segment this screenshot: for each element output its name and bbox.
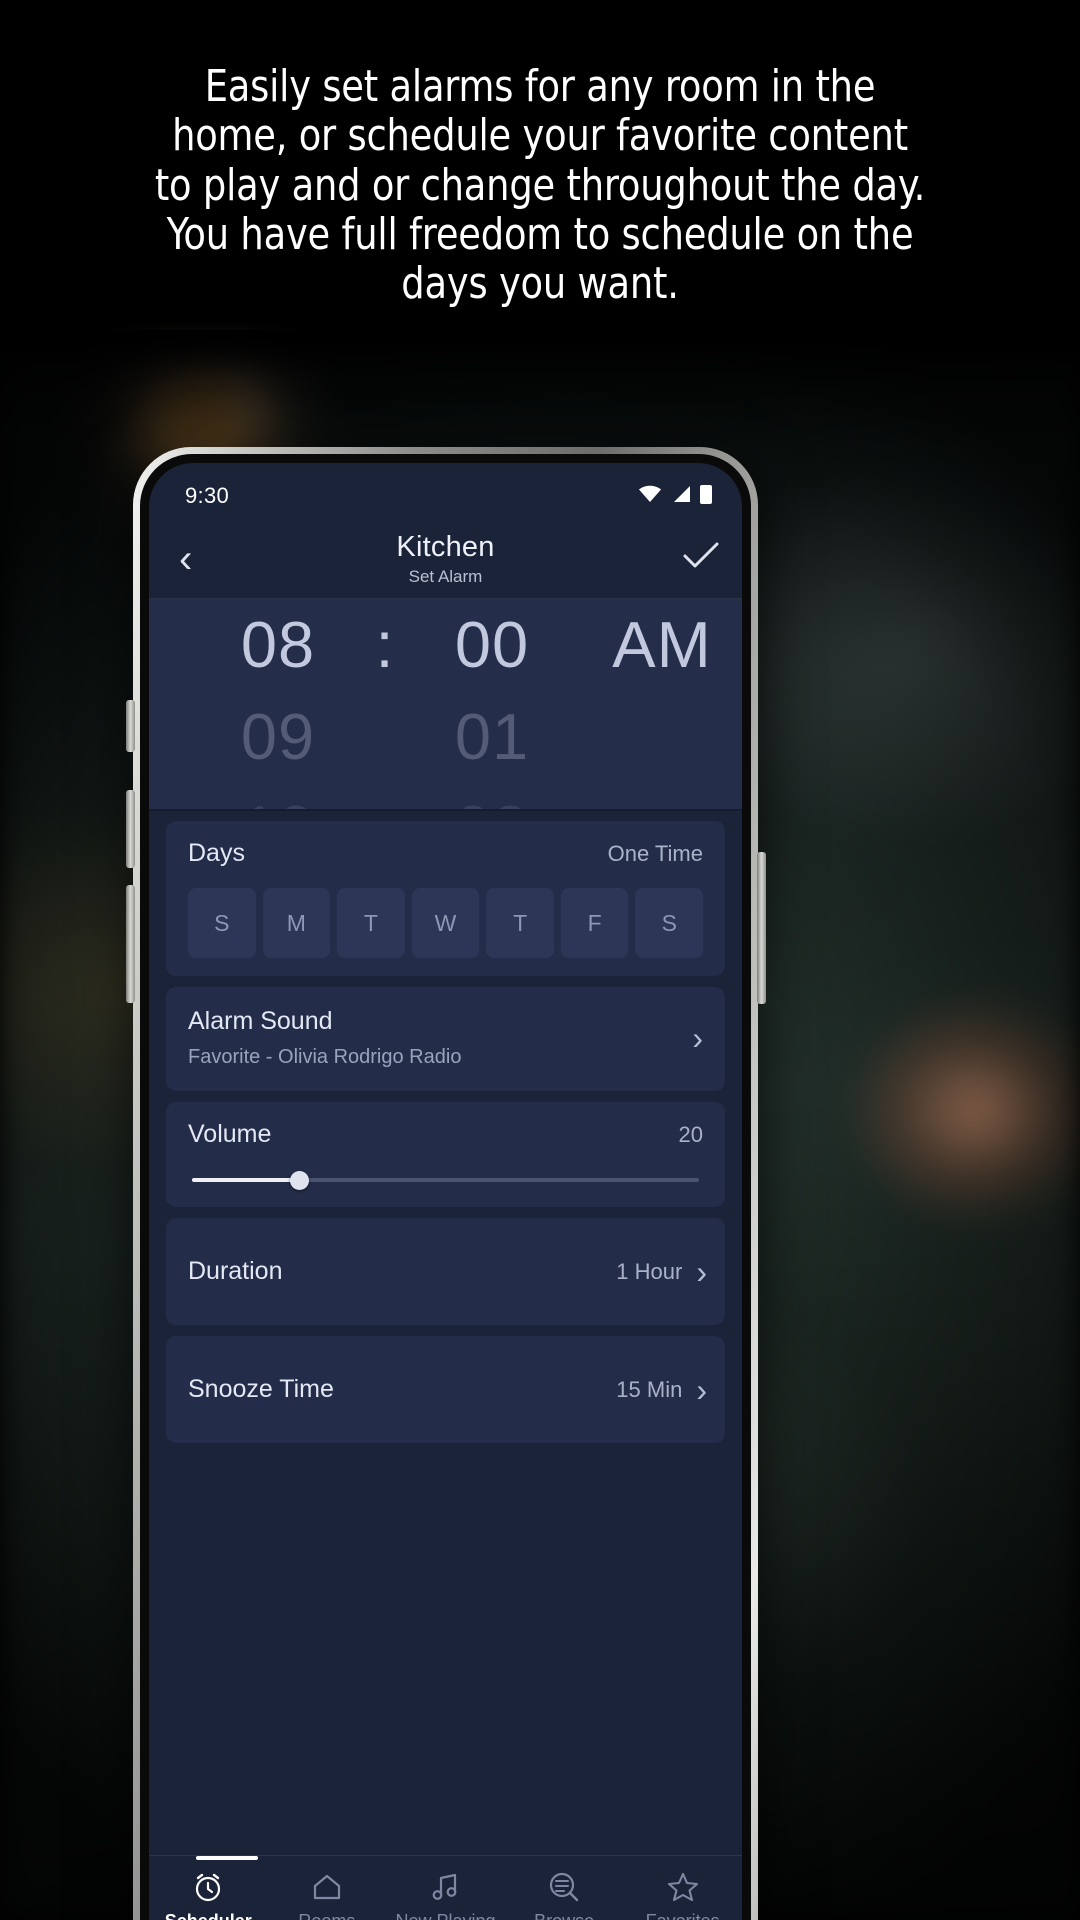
days-card-value[interactable]: One Time xyxy=(608,841,703,867)
day-pill-saturday[interactable]: S xyxy=(635,888,704,958)
volume-slider[interactable] xyxy=(188,1171,703,1190)
minute-selected: 00 xyxy=(454,608,530,681)
settings-list: Days One Time S M T W T F S Alarm Sound … xyxy=(149,811,742,1855)
snooze-card-value: 15 Min xyxy=(616,1376,683,1402)
meridiem-selected: AM xyxy=(612,608,712,681)
snooze-card-title: Snooze Time xyxy=(188,1375,334,1403)
day-toggle-row: S M T W T F S xyxy=(188,888,704,958)
duration-card-value: 1 Hour xyxy=(616,1258,683,1284)
alarm-clock-icon xyxy=(191,1870,225,1904)
minute-next: 01 xyxy=(454,700,530,773)
alarm-sound-value: Favorite - Olivia Rodrigo Radio xyxy=(188,1046,462,1068)
chevron-right-icon[interactable]: › xyxy=(696,1256,707,1288)
phone-volume-down-button[interactable] xyxy=(126,885,135,1003)
nav-label-scheduler: Scheduler xyxy=(165,1911,252,1920)
hour-next2: 10 xyxy=(193,783,363,809)
status-bar-icons xyxy=(638,484,712,509)
volume-card: Volume 20 xyxy=(166,1102,725,1207)
nav-label-now-playing: Now Playing xyxy=(395,1911,495,1920)
search-list-icon xyxy=(547,1870,581,1904)
duration-card[interactable]: Duration 1 Hour › xyxy=(166,1218,725,1325)
battery-icon xyxy=(700,484,712,509)
check-icon[interactable] xyxy=(682,541,720,576)
volume-card-value: 20 xyxy=(678,1122,703,1147)
alarm-sound-title: Alarm Sound xyxy=(188,1007,333,1035)
active-tab-indicator xyxy=(196,1856,258,1860)
snooze-card-right: 15 Min › xyxy=(616,1374,707,1406)
duration-card-title: Duration xyxy=(188,1257,283,1285)
app-header: ‹ Kitchen Set Alarm xyxy=(149,519,742,599)
music-note-icon xyxy=(428,1870,462,1904)
duration-card-right: 1 Hour › xyxy=(616,1256,707,1288)
meridiem-wheel[interactable]: AM xyxy=(577,599,742,691)
day-pill-monday[interactable]: M xyxy=(262,888,331,958)
phone-screen: 9:30 ‹ Kitchen Set Alarm 08 09: 00 01 A… xyxy=(149,463,742,1920)
volume-card-header: Volume 20 xyxy=(188,1120,703,1149)
minute-wheel[interactable]: 00 01 02 xyxy=(407,599,577,809)
phone-power-button[interactable] xyxy=(757,852,766,1004)
page-subtitle: Set Alarm xyxy=(408,566,483,586)
nav-item-favorites[interactable]: Favorites xyxy=(628,1870,738,1920)
alarm-sound-card[interactable]: Alarm Sound Favorite - Olivia Rodrigo Ra… xyxy=(166,987,725,1091)
phone-mute-button[interactable] xyxy=(126,700,135,752)
hour-wheel[interactable]: 08 09 10 xyxy=(193,599,363,809)
minute-next2: 02 xyxy=(407,783,577,809)
volume-card-title: Volume xyxy=(188,1120,272,1148)
status-bar: 9:30 xyxy=(149,463,742,519)
phone-bezel: 9:30 ‹ Kitchen Set Alarm 08 09: 00 01 A… xyxy=(140,454,751,1920)
hour-selected: 08 xyxy=(240,608,316,681)
header-titles: Kitchen Set Alarm xyxy=(241,531,650,587)
nav-item-scheduler[interactable]: Scheduler xyxy=(153,1870,263,1920)
nav-item-browse[interactable]: Browse xyxy=(509,1870,619,1920)
page-title: Kitchen xyxy=(396,530,495,563)
phone-mockup: 9:30 ‹ Kitchen Set Alarm 08 09: 00 01 A… xyxy=(133,447,758,1920)
nav-label-favorites: Favorites xyxy=(646,1911,720,1920)
days-card: Days One Time S M T W T F S xyxy=(166,821,725,976)
status-bar-clock: 9:30 xyxy=(185,483,230,508)
day-pill-wednesday[interactable]: W xyxy=(411,888,480,958)
promo-headline: Easily set alarms for any room in the ho… xyxy=(154,61,949,310)
star-icon xyxy=(666,1870,700,1904)
promo-screenshot: Easily set alarms for any room in the ho… xyxy=(0,0,1080,1920)
cellular-signal-icon xyxy=(671,485,691,508)
wifi-icon xyxy=(638,485,662,508)
days-card-title: Days xyxy=(188,839,245,867)
snooze-card[interactable]: Snooze Time 15 Min › xyxy=(166,1336,725,1443)
home-icon xyxy=(310,1870,344,1904)
chevron-right-icon[interactable]: › xyxy=(696,1374,707,1406)
nav-item-now-playing[interactable]: Now Playing xyxy=(390,1870,500,1920)
chevron-right-icon[interactable]: › xyxy=(692,1022,703,1054)
nav-label-rooms: Rooms xyxy=(298,1911,355,1920)
day-pill-thursday[interactable]: T xyxy=(486,888,554,958)
phone-volume-up-button[interactable] xyxy=(126,790,135,868)
chevron-left-icon[interactable]: ‹ xyxy=(171,539,241,579)
hour-next: 09 xyxy=(240,700,316,773)
volume-slider-fill xyxy=(192,1178,301,1182)
bottom-navigation: Scheduler Rooms Now Playing xyxy=(149,1855,742,1920)
nav-label-browse: Browse xyxy=(534,1911,594,1920)
time-separator-glyph: : xyxy=(375,608,395,681)
day-pill-tuesday[interactable]: T xyxy=(337,888,405,958)
day-pill-sunday[interactable]: S xyxy=(188,888,256,958)
time-picker[interactable]: 08 09 10 : 00 01 02 AM xyxy=(149,599,742,811)
days-card-header: Days One Time xyxy=(188,839,703,868)
background-top-fade xyxy=(0,330,1080,450)
alarm-sound-text: Alarm Sound Favorite - Olivia Rodrigo Ra… xyxy=(188,1007,461,1069)
volume-slider-thumb[interactable] xyxy=(290,1171,310,1190)
day-pill-friday[interactable]: F xyxy=(560,888,629,958)
time-separator: : xyxy=(363,599,407,691)
nav-item-rooms[interactable]: Rooms xyxy=(272,1870,382,1920)
